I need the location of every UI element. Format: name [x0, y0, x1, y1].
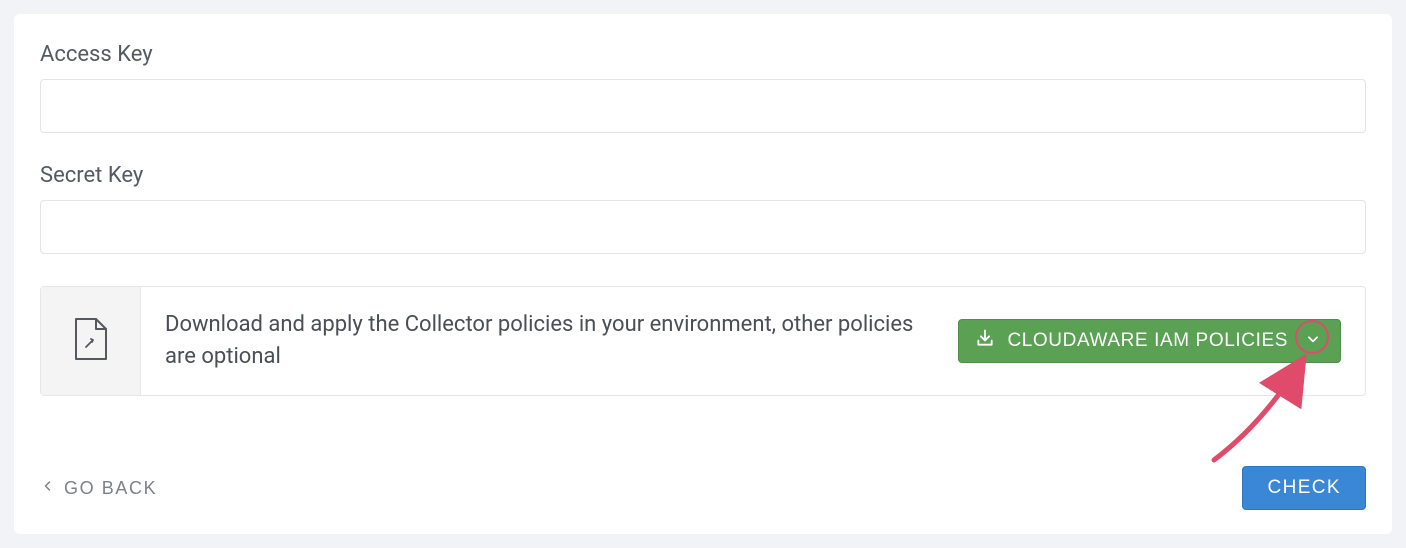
secret-key-input[interactable]: [40, 200, 1366, 254]
footer-row: GO BACK CHECK: [40, 438, 1366, 510]
access-key-input[interactable]: [40, 79, 1366, 133]
secret-key-label: Secret Key: [40, 163, 1366, 188]
policies-info-icon-cell: [41, 287, 141, 395]
check-button[interactable]: CHECK: [1242, 466, 1366, 510]
check-button-label: CHECK: [1267, 477, 1341, 498]
iam-policies-button-label: CLOUDAWARE IAM POLICIES: [1007, 330, 1288, 352]
secret-key-group: Secret Key: [40, 163, 1366, 254]
policies-info-box: Download and apply the Collector policie…: [40, 286, 1366, 396]
go-back-button[interactable]: GO BACK: [40, 472, 159, 505]
policies-info-text: Download and apply the Collector policie…: [165, 309, 934, 373]
go-back-label: GO BACK: [64, 478, 157, 499]
access-key-label: Access Key: [40, 42, 1366, 67]
download-icon: [975, 328, 995, 354]
access-key-group: Access Key: [40, 42, 1366, 133]
chevron-left-icon: [42, 478, 54, 499]
policies-info-body: Download and apply the Collector policie…: [141, 287, 1365, 395]
iam-policies-button[interactable]: CLOUDAWARE IAM POLICIES: [958, 319, 1341, 363]
form-card: Access Key Secret Key Download and apply…: [14, 14, 1392, 534]
iam-policies-chevron-wrap: [1300, 328, 1326, 354]
chevron-down-icon: [1306, 330, 1320, 352]
document-icon: [73, 317, 109, 365]
